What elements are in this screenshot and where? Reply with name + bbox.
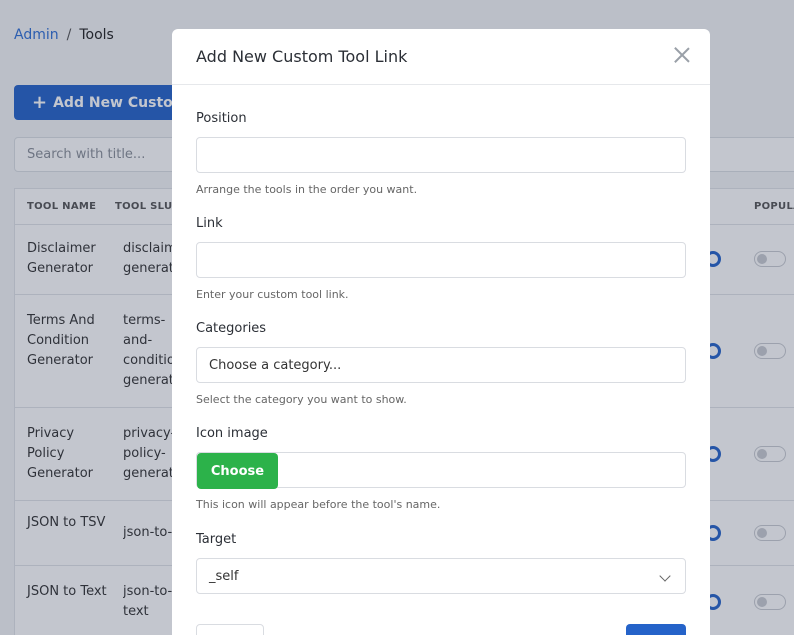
target-select[interactable]: _self [196, 558, 686, 594]
target-selected-value: _self [209, 568, 239, 584]
position-input[interactable] [196, 137, 686, 173]
cancel-button[interactable] [196, 624, 264, 635]
icon-image-file-input[interactable]: Choose [196, 452, 686, 489]
position-help: Arrange the tools in the order you want. [196, 183, 418, 196]
categories-select[interactable]: Choose a category... [196, 347, 686, 383]
add-tool-link-modal: Add New Custom Tool Link Position Arrang… [172, 29, 710, 635]
modal-header: Add New Custom Tool Link [172, 29, 710, 85]
choose-file-button[interactable]: Choose [197, 453, 278, 489]
icon-image-label: Icon image [196, 426, 268, 441]
target-label: Target [196, 532, 237, 547]
link-label: Link [196, 216, 223, 231]
icon-image-help: This icon will appear before the tool's … [196, 498, 441, 511]
position-label: Position [196, 111, 247, 126]
modal-title: Add New Custom Tool Link [196, 47, 408, 66]
categories-label: Categories [196, 321, 267, 336]
categories-help: Select the category you want to show. [196, 393, 407, 406]
submit-button[interactable] [626, 624, 686, 635]
link-help: Enter your custom tool link. [196, 288, 349, 301]
close-icon[interactable] [674, 47, 690, 63]
chevron-down-icon [659, 570, 671, 582]
link-input[interactable] [196, 242, 686, 278]
